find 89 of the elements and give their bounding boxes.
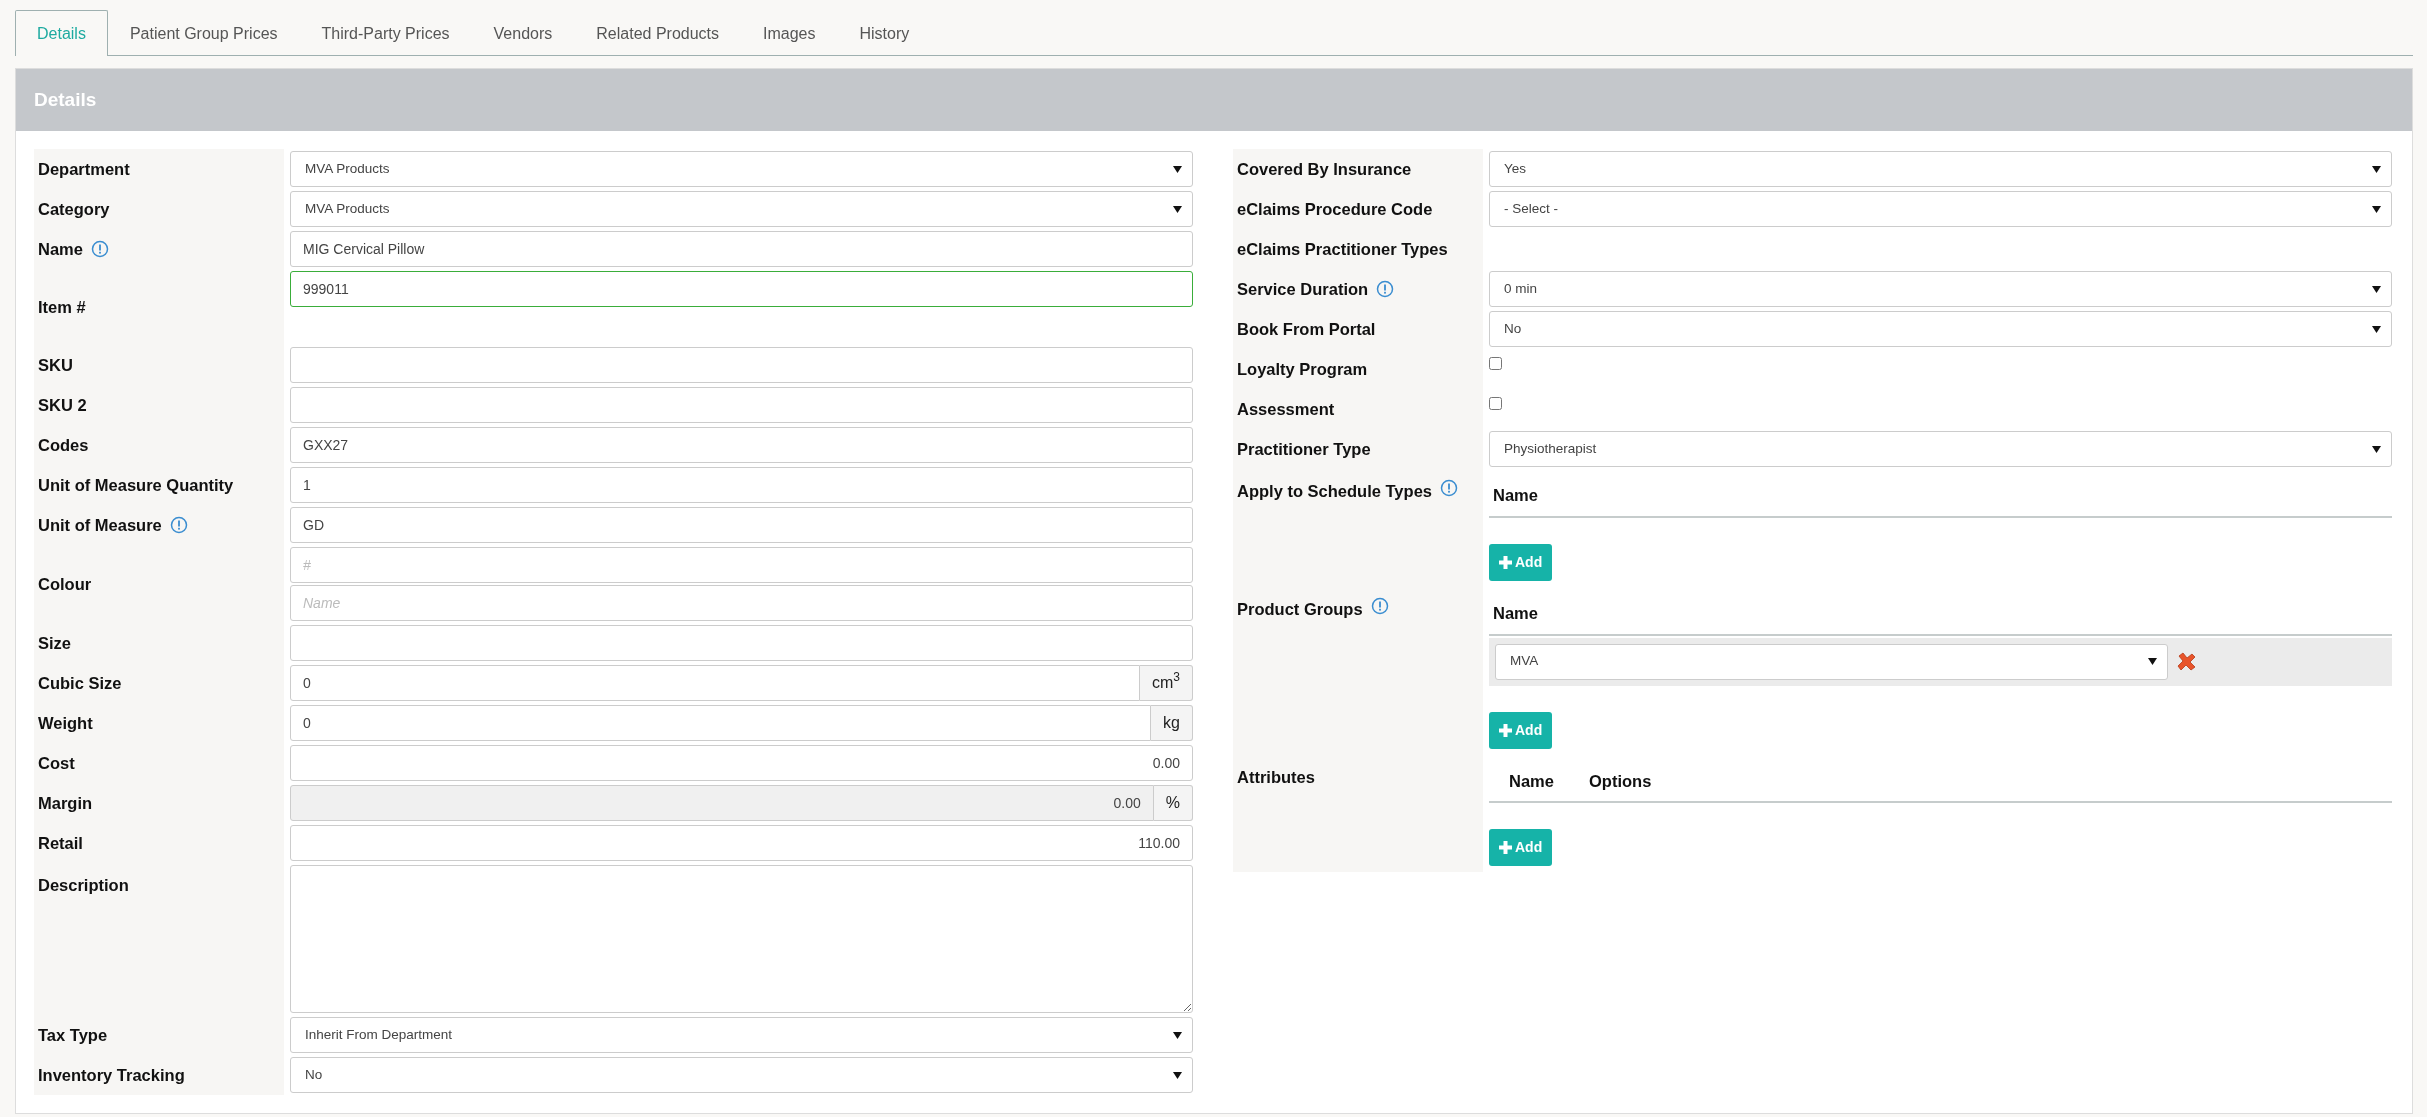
input-field[interactable]: 0.00 <box>290 745 1193 781</box>
column-header: Name <box>1493 485 1538 506</box>
column-header: Name <box>1493 602 1538 624</box>
info-icon[interactable] <box>1440 479 1458 497</box>
field-label: Cost <box>38 752 75 774</box>
field-label: Book From Portal <box>1237 318 1376 340</box>
unit-addon: cm$^{3}$ <box>1140 665 1193 701</box>
input-field[interactable] <box>290 387 1193 423</box>
dropdown[interactable]: - Select - <box>1489 191 2392 227</box>
column-header: Name <box>1509 770 1555 792</box>
field-label: SKU <box>38 354 73 376</box>
info-icon[interactable] <box>1370 596 1389 615</box>
caret-icon <box>1173 1031 1182 1039</box>
field-label: Attributes <box>1237 766 1315 788</box>
input-field[interactable]: GD <box>290 507 1193 543</box>
field-label: Category <box>38 198 110 220</box>
field-label: Practitioner Type <box>1237 438 1371 460</box>
dropdown[interactable]: Inherit From Department <box>290 1017 1193 1053</box>
tab[interactable]: Related Products <box>574 10 741 56</box>
field-label: Colour <box>38 573 92 595</box>
input-field[interactable]: 0 <box>290 665 1140 701</box>
dropdown[interactable]: No <box>290 1057 1193 1093</box>
input-field[interactable]: 0 <box>290 705 1152 741</box>
input-field[interactable]: MIG Cervical Pillow <box>290 231 1193 267</box>
input-field[interactable]: 1 <box>290 467 1193 503</box>
column-header: Options <box>1589 770 1652 792</box>
caret-icon <box>2372 205 2381 213</box>
tab[interactable]: Third-Party Prices <box>299 10 472 56</box>
field-label: Unit of Measure Quantity <box>38 474 234 496</box>
field-label: SKU 2 <box>38 394 87 416</box>
field-label: Weight <box>38 712 93 734</box>
field-label: Margin <box>38 792 93 814</box>
field-label: Cubic Size <box>38 672 122 694</box>
field-label: Assessment <box>1237 398 1335 420</box>
input-field[interactable] <box>290 347 1193 383</box>
field-label: Codes <box>38 434 89 456</box>
caret-icon <box>2148 658 2157 665</box>
caret-icon <box>2372 445 2381 453</box>
caret-icon <box>1173 205 1182 213</box>
field-label: Retail <box>38 832 83 854</box>
dropdown[interactable]: Yes <box>1489 151 2392 187</box>
dropdown[interactable]: 0 min <box>1489 271 2392 307</box>
field-label: Department <box>38 158 130 180</box>
tab[interactable]: Images <box>741 10 838 56</box>
input-field[interactable]: 999011 <box>290 271 1193 307</box>
delete-icon[interactable] <box>2176 651 2197 672</box>
caret-icon <box>1173 165 1182 173</box>
dropdown[interactable]: MVA Products <box>290 191 1193 227</box>
tab[interactable]: Patient Group Prices <box>107 10 300 56</box>
input-field[interactable]: Name <box>290 585 1193 621</box>
field-label: Size <box>38 632 72 654</box>
input-field[interactable]: # <box>290 547 1193 583</box>
caret-icon <box>2372 165 2381 173</box>
field-label: Loyalty Program <box>1237 358 1368 380</box>
plus-icon <box>1499 555 1512 569</box>
caret-icon <box>1173 1071 1182 1079</box>
checkbox[interactable] <box>1489 397 1502 410</box>
field-label: Covered By Insurance <box>1237 158 1412 180</box>
unit-addon: % <box>1153 785 1193 821</box>
input-field[interactable]: GXX27 <box>290 427 1193 463</box>
field-label: Description <box>38 875 129 896</box>
plus-icon <box>1499 841 1512 855</box>
checkbox[interactable] <box>1489 357 1502 370</box>
field-label: eClaims Practitioner Types <box>1237 238 1448 260</box>
field-label: Product Groups <box>1237 598 1363 620</box>
field-label: Inventory Tracking <box>38 1064 185 1086</box>
tab[interactable]: History <box>837 10 932 56</box>
panel-title: Details <box>34 87 97 112</box>
field-label: Name <box>38 238 83 260</box>
dropdown[interactable]: MVA Products <box>290 151 1193 187</box>
info-icon[interactable] <box>1376 280 1395 298</box>
dropdown[interactable]: Physiotherapist <box>1489 431 2392 467</box>
info-icon[interactable] <box>169 516 188 534</box>
caret-icon <box>2372 285 2381 293</box>
input-field[interactable]: 110.00 <box>290 825 1193 861</box>
plus-icon <box>1499 723 1512 737</box>
caret-icon <box>2372 325 2381 333</box>
field-label: Apply to Schedule Types <box>1237 481 1432 502</box>
input-field[interactable] <box>290 625 1193 661</box>
field-label: Service Duration <box>1237 278 1369 300</box>
info-icon[interactable] <box>90 240 109 258</box>
field-label: Item # <box>38 296 86 318</box>
field-label: eClaims Procedure Code <box>1237 198 1433 220</box>
dropdown[interactable]: MVA <box>1495 643 2168 680</box>
unit-addon: kg <box>1151 705 1193 741</box>
field-label: Unit of Measure <box>38 514 162 536</box>
field-label: Tax Type <box>38 1024 108 1046</box>
tab[interactable]: Vendors <box>471 10 575 56</box>
dropdown[interactable]: No <box>1489 311 2392 347</box>
